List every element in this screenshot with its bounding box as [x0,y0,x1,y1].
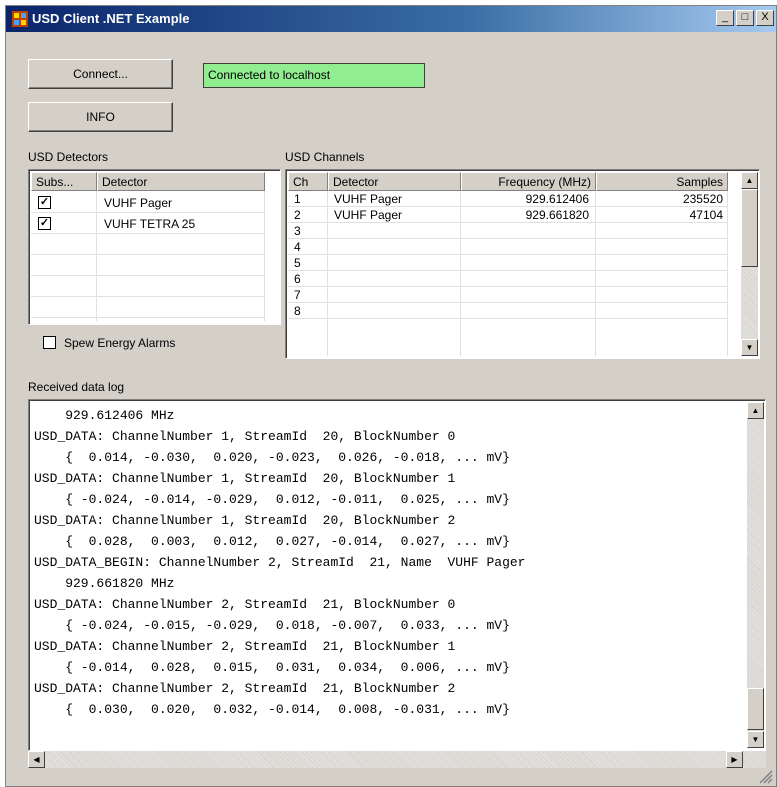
channels-header-samples[interactable]: Samples [596,172,728,191]
channels-table[interactable]: Ch Detector Frequency (MHz) Samples 1 VU… [285,169,760,359]
close-icon[interactable]: X [756,10,774,26]
main-window: USD Client .NET Example _ □ X Connect...… [5,5,777,787]
detectors-label: USD Detectors [28,150,109,164]
channels-header-ch[interactable]: Ch [288,172,328,191]
log-line: { -0.024, -0.015, -0.029, 0.018, -0.007,… [34,618,510,633]
log-line: { -0.024, -0.014, -0.029, 0.012, -0.011,… [34,492,510,507]
log-line: USD_DATA: ChannelNumber 2, StreamId 21, … [34,597,456,612]
spew-energy-alarms-label: Spew Energy Alarms [64,336,176,350]
channels-label: USD Channels [285,150,365,164]
channel-row-7-ch: 7 [294,288,301,302]
channel-row-2-frequency: 929.661820 [525,208,589,222]
detectors-header-detector[interactable]: Detector [97,172,265,191]
connection-status: Connected to localhost [203,63,425,88]
channel-row-2-detector: VUHF Pager [334,208,403,222]
scroll-down-icon[interactable]: ▼ [741,339,758,356]
connect-button[interactable]: Connect... [28,59,173,89]
channel-row-2-ch: 2 [294,208,301,222]
channel-row-1-samples: 235520 [682,192,723,206]
log-scroll-down-icon[interactable]: ▼ [747,731,764,748]
log-textbox[interactable]: 929.612406 MHz USD_DATA: ChannelNumber 1… [28,399,766,751]
maximize-icon[interactable]: □ [736,10,754,26]
log-line: USD_DATA: ChannelNumber 1, StreamId 20, … [34,471,456,486]
scroll-left-icon[interactable]: ◀ [28,751,45,768]
channels-scroll-thumb[interactable] [741,189,758,267]
channel-row-6-ch: 6 [294,272,301,286]
log-line: USD_DATA: ChannelNumber 1, StreamId 20, … [34,429,456,444]
channel-row-8-ch: 8 [294,304,301,318]
channel-row-1-frequency: 929.612406 [525,192,589,206]
channel-row-2-samples: 47104 [689,208,723,222]
window-title: USD Client .NET Example [32,11,190,26]
detectors-list[interactable]: Subs... Detector ✓ ✓ VUHF Pager VUHF TET… [28,169,281,325]
scroll-right-icon[interactable]: ▶ [726,751,743,768]
log-label: Received data log [28,380,125,394]
log-line: USD_DATA_BEGIN: ChannelNumber 2, StreamI… [34,555,526,570]
channel-row-1-ch: 1 [294,192,301,206]
channel-row-5-ch: 5 [294,256,301,270]
channel-row-4-ch: 4 [294,240,301,254]
scroll-up-icon[interactable]: ▲ [741,172,758,189]
log-line: USD_DATA: ChannelNumber 1, StreamId 20, … [34,513,456,528]
channels-header-detector[interactable]: Detector [328,172,461,191]
log-horizontal-scrollbar[interactable] [28,751,766,768]
spew-energy-alarms-checkbox[interactable] [43,336,56,349]
detector-row-2-checkbox[interactable]: ✓ [38,217,51,230]
title-bar[interactable]: USD Client .NET Example _ □ X [6,6,776,32]
log-scroll-up-icon[interactable]: ▲ [747,402,764,419]
log-line: 929.661820 MHz [34,576,175,591]
detector-row-2-name: VUHF TETRA 25 [104,217,196,231]
log-scroll-thumb[interactable] [747,688,764,730]
channel-row-1-detector: VUHF Pager [334,192,403,206]
detector-row-1-checkbox[interactable]: ✓ [38,196,51,209]
channels-header-frequency[interactable]: Frequency (MHz) [461,172,596,191]
detector-row-1-name: VUHF Pager [104,196,173,210]
info-button[interactable]: INFO [28,102,173,132]
detectors-header-subs[interactable]: Subs... [31,172,97,191]
log-line: USD_DATA: ChannelNumber 2, StreamId 21, … [34,681,456,696]
log-line: { 0.014, -0.030, 0.020, -0.023, 0.026, -… [34,450,510,465]
minimize-icon[interactable]: _ [716,10,734,26]
log-line: { 0.030, 0.020, 0.032, -0.014, 0.008, -0… [34,702,510,717]
log-line: { -0.014, 0.028, 0.015, 0.031, 0.034, 0.… [34,660,510,675]
log-line: 929.612406 MHz [34,408,175,423]
log-line: USD_DATA: ChannelNumber 2, StreamId 21, … [34,639,456,654]
size-grip-icon[interactable] [759,770,773,784]
channel-row-3-ch: 3 [294,224,301,238]
app-icon [12,11,28,27]
log-line: { 0.028, 0.003, 0.012, 0.027, -0.014, 0.… [34,534,510,549]
